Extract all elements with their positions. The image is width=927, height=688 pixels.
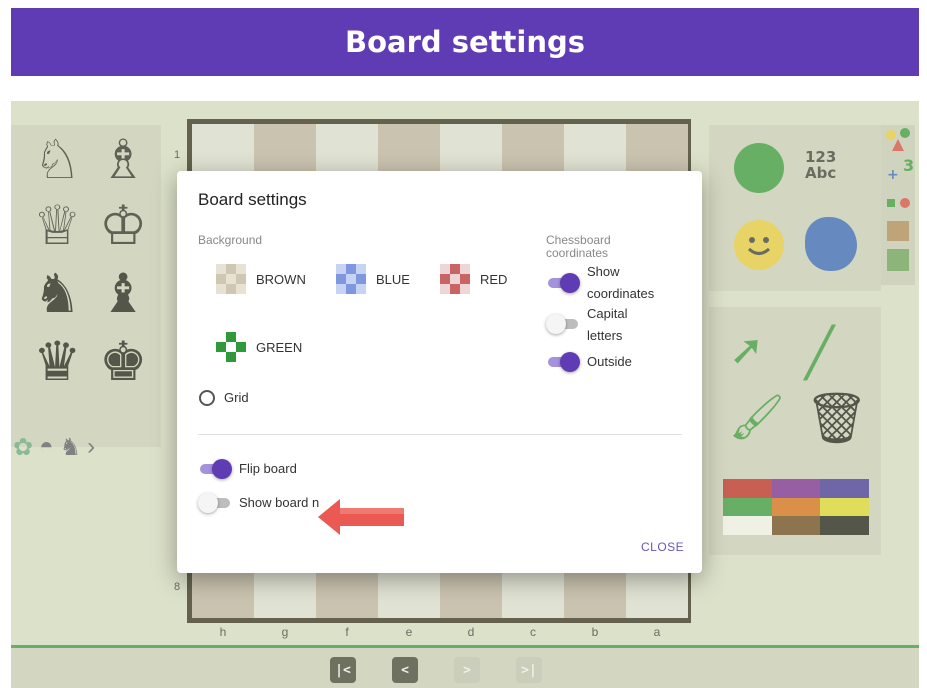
- background-option-label: BLUE: [376, 271, 410, 287]
- dialog-title: Board settings: [198, 190, 307, 209]
- background-option-label: RED: [480, 271, 508, 287]
- show-coordinates-toggle[interactable]: [546, 273, 580, 293]
- toggle-label-line: Capital: [587, 306, 628, 321]
- flip-board-label: Flip board: [239, 461, 297, 476]
- toggle-label-line: coordinates: [587, 286, 655, 301]
- toggle-label-line: letters: [587, 328, 623, 343]
- banner-title: Board settings: [344, 25, 585, 59]
- grid-radio[interactable]: [199, 390, 215, 406]
- checker-swatch-icon: [216, 332, 246, 362]
- checker-swatch-icon: [336, 264, 366, 294]
- coordinates-label: Chessboard coordinates: [546, 234, 611, 260]
- background-option-green[interactable]: GREEN: [216, 332, 302, 362]
- show-board-label: Show board n: [239, 495, 320, 510]
- toggle-label-line: Show: [587, 264, 620, 279]
- outside-label: Outside: [587, 354, 632, 369]
- show-coordinates-label: Show coordinates: [587, 261, 654, 305]
- capital-letters-toggle[interactable]: [546, 314, 580, 334]
- capital-letters-label: Capital letters: [587, 303, 627, 347]
- grid-label: Grid: [224, 390, 249, 405]
- background-option-label: BROWN: [256, 271, 306, 287]
- outside-toggle[interactable]: [546, 352, 580, 372]
- annotation-arrow-icon: [318, 499, 404, 535]
- background-label: Background: [198, 233, 263, 247]
- background-option-brown[interactable]: BROWN: [216, 264, 306, 294]
- close-button[interactable]: CLOSE: [641, 540, 684, 554]
- coordinates-label-line: coordinates: [546, 246, 609, 260]
- checker-swatch-icon: [216, 264, 246, 294]
- dialog-divider: [198, 434, 682, 435]
- page-banner: Board settings: [11, 8, 919, 76]
- background-option-blue[interactable]: BLUE: [336, 264, 410, 294]
- background-option-red[interactable]: RED: [440, 264, 507, 294]
- checker-swatch-icon: [440, 264, 470, 294]
- flip-board-toggle[interactable]: [198, 459, 232, 479]
- background-option-label: GREEN: [256, 339, 303, 355]
- board-settings-dialog: Board settings Background BROWN BLUE RED: [177, 171, 702, 573]
- show-board-toggle[interactable]: [198, 493, 232, 513]
